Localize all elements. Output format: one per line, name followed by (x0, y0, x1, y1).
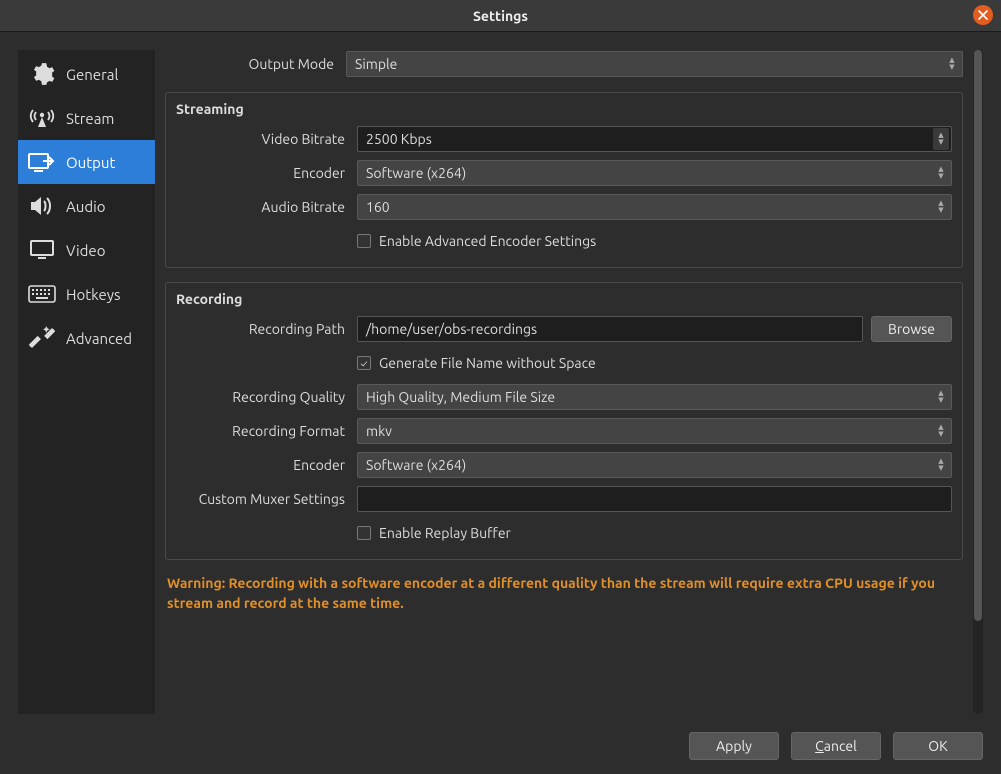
titlebar: Settings (0, 0, 1001, 32)
sidebar-item-general[interactable]: General (18, 52, 155, 96)
close-button[interactable] (973, 5, 993, 25)
footer: Apply Cancel OK (0, 724, 1001, 774)
recording-encoder-label: Encoder (176, 457, 349, 473)
video-bitrate-input[interactable]: 2500 Kbps ▲▼ (357, 126, 952, 152)
recording-quality-label: Recording Quality (176, 389, 349, 405)
recording-title: Recording (176, 291, 952, 307)
recording-path-input[interactable]: /home/user/obs-recordings (357, 316, 863, 342)
window-title: Settings (473, 8, 528, 24)
sidebar-item-audio[interactable]: Audio (18, 184, 155, 228)
audio-bitrate-select[interactable]: 160 ▲▼ (357, 194, 952, 220)
settings-window: Settings General Stream O (0, 0, 1001, 774)
speaker-icon (28, 194, 56, 218)
gen-no-space-checkbox[interactable]: ✓ (357, 356, 371, 370)
video-bitrate-value: 2500 Kbps (366, 131, 432, 147)
chevron-updown-icon: ▲▼ (933, 420, 949, 442)
sidebar-item-label: Stream (66, 110, 114, 127)
recording-path-label: Recording Path (176, 321, 349, 337)
sidebar-item-label: Advanced (66, 330, 132, 347)
chevron-updown-icon: ▲▼ (933, 196, 949, 218)
recording-format-select[interactable]: mkv ▲▼ (357, 418, 952, 444)
sidebar-item-stream[interactable]: Stream (18, 96, 155, 140)
browse-button[interactable]: Browse (871, 316, 952, 342)
gear-icon (28, 62, 56, 86)
audio-bitrate-label: Audio Bitrate (176, 199, 349, 215)
sidebar-item-advanced[interactable]: Advanced (18, 316, 155, 360)
muxer-label: Custom Muxer Settings (176, 491, 349, 507)
streaming-title: Streaming (176, 101, 952, 117)
audio-bitrate-value: 160 (366, 199, 390, 215)
sidebar-item-label: Audio (66, 198, 106, 215)
sidebar-item-hotkeys[interactable]: Hotkeys (18, 272, 155, 316)
streaming-encoder-select[interactable]: Software (x264) ▲▼ (357, 160, 952, 186)
gen-no-space-label[interactable]: Generate File Name without Space (379, 355, 596, 371)
sidebar-item-output[interactable]: Output (18, 140, 155, 184)
chevron-updown-icon: ▲▼ (944, 53, 960, 75)
scrollbar-track[interactable] (973, 50, 983, 714)
streaming-encoder-value: Software (x264) (366, 165, 466, 181)
recording-path-value: /home/user/obs-recordings (366, 321, 537, 337)
output-mode-label: Output Mode (165, 56, 338, 72)
recording-group: Recording Recording Path /home/user/obs-… (165, 282, 963, 560)
chevron-updown-icon: ▲▼ (933, 454, 949, 476)
content-area: Output Mode Simple ▲▼ Streaming Video Bi… (165, 50, 967, 714)
streaming-encoder-label: Encoder (176, 165, 349, 181)
streaming-group: Streaming Video Bitrate 2500 Kbps ▲▼ Enc… (165, 92, 963, 268)
recording-format-label: Recording Format (176, 423, 349, 439)
ok-button[interactable]: OK (893, 732, 983, 760)
scrollbar[interactable] (973, 50, 983, 714)
advanced-encoder-label[interactable]: Enable Advanced Encoder Settings (379, 233, 596, 249)
output-mode-select[interactable]: Simple ▲▼ (346, 51, 963, 77)
sidebar-item-video[interactable]: Video (18, 228, 155, 272)
muxer-input[interactable] (357, 486, 952, 512)
keyboard-icon (28, 282, 56, 306)
tools-icon (28, 326, 56, 350)
antenna-icon (28, 106, 56, 130)
sidebar-item-label: Output (66, 154, 115, 171)
sidebar-item-label: Hotkeys (66, 286, 120, 303)
replay-buffer-checkbox[interactable] (357, 526, 371, 540)
video-bitrate-label: Video Bitrate (176, 131, 349, 147)
recording-encoder-value: Software (x264) (366, 457, 466, 473)
close-icon (978, 10, 988, 20)
recording-quality-value: High Quality, Medium File Size (366, 389, 555, 405)
sidebar-item-label: General (66, 66, 118, 83)
replay-buffer-label[interactable]: Enable Replay Buffer (379, 525, 511, 541)
cancel-button[interactable]: Cancel (791, 732, 881, 760)
apply-button[interactable]: Apply (689, 732, 779, 760)
monitor-icon (28, 238, 56, 262)
recording-format-value: mkv (366, 423, 392, 439)
recording-encoder-select[interactable]: Software (x264) ▲▼ (357, 452, 952, 478)
warning-text: Warning: Recording with a software encod… (165, 574, 963, 613)
spinner-arrows-icon[interactable]: ▲▼ (933, 128, 949, 150)
chevron-updown-icon: ▲▼ (933, 386, 949, 408)
scrollbar-thumb[interactable] (974, 50, 982, 621)
advanced-encoder-checkbox[interactable] (357, 234, 371, 248)
output-icon (28, 150, 56, 174)
chevron-updown-icon: ▲▼ (933, 162, 949, 184)
recording-quality-select[interactable]: High Quality, Medium File Size ▲▼ (357, 384, 952, 410)
sidebar: General Stream Output Audio (18, 50, 155, 714)
output-mode-value: Simple (355, 56, 397, 72)
output-mode-row: Output Mode Simple ▲▼ (165, 50, 963, 78)
sidebar-item-label: Video (66, 242, 105, 259)
